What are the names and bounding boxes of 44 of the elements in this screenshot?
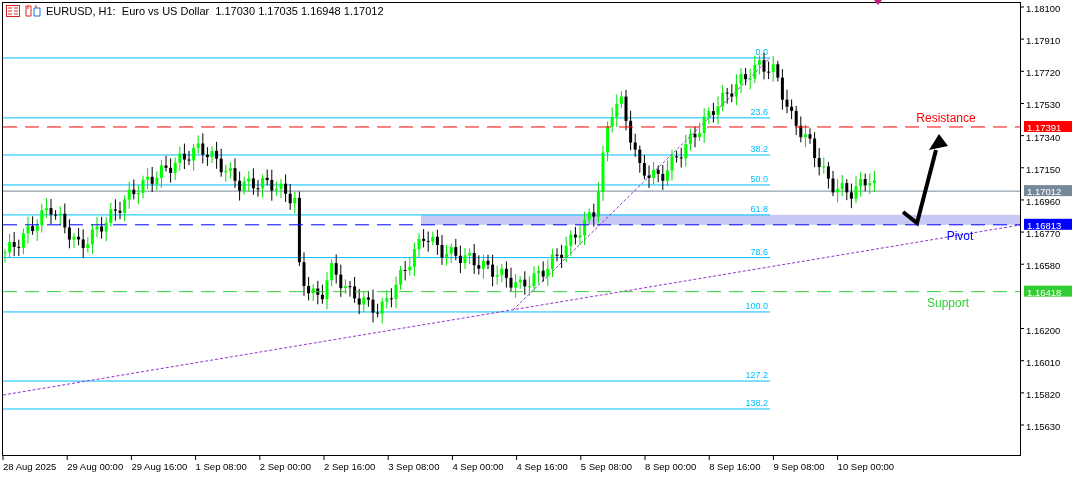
fib-level-label: 78.6: [750, 246, 768, 257]
fib-level-label: 38.2: [750, 143, 768, 154]
fib-level-label: 0.0: [755, 46, 768, 57]
fib-level-label: 138.2: [745, 398, 768, 408]
time-axis-label: 2 Sep 00:00: [259, 461, 312, 472]
time-axis-label: 8 Sep 00:00: [645, 461, 697, 472]
fib-level-label: 127.2: [745, 370, 768, 381]
time-axis-label: 8 Sep 16:00: [709, 461, 761, 472]
time-axis-label: 29 Aug 00:00: [67, 461, 124, 472]
price-axis-label: 1.17340: [1026, 131, 1061, 143]
fib-level-label: 100.0: [745, 300, 768, 311]
time-axis-label: 9 Sep 08:00: [773, 461, 825, 472]
price-axis-label: 1.16010: [1026, 356, 1061, 368]
price-axis-label: 1.15630: [1026, 421, 1061, 432]
time-axis-label: 4 Sep 16:00: [516, 461, 568, 472]
time-axis-label: 1 Sep 08:00: [195, 461, 247, 472]
price-axis-label: 1.15820: [1026, 388, 1061, 400]
fib-level-label: 61.8: [750, 203, 768, 214]
price-axis-label: 1.18100: [1026, 3, 1061, 14]
price-axis-label: 1.16960: [1026, 195, 1061, 207]
time-axis-label: 3 Sep 08:00: [388, 461, 440, 472]
time-axis-label: 4 Sep 00:00: [452, 461, 504, 472]
fib-level-label: 50.0: [750, 173, 768, 184]
price-tag: 1.17012: [1024, 185, 1072, 198]
price-tag: 1.16418: [1024, 285, 1072, 298]
price-axis-label: 1.16200: [1026, 324, 1061, 336]
price-axis-label: 1.16580: [1026, 260, 1061, 272]
level-label: Support: [927, 295, 969, 310]
time-axis-label: 29 Aug 16:00: [131, 461, 188, 472]
symbol-info-text: EURUSD, H1: Euro vs US Dollar 1.17030 1.17035 1.16948 1.17012: [46, 5, 384, 17]
price-tag: 1.17391: [1024, 121, 1072, 133]
time-axis-label: 28 Aug 2025: [3, 461, 57, 472]
price-axis-label: 1.17530: [1026, 99, 1061, 111]
time-axis-label: 2 Sep 16:00: [324, 461, 376, 472]
time-axis-label: 10 Sep 00:00: [837, 461, 895, 472]
fib-level-label: 23.6: [750, 106, 768, 117]
price-tag: 1.16813: [1024, 218, 1072, 231]
price-axis-label: 1.17150: [1026, 163, 1061, 175]
price-axis-label: 1.16770: [1026, 228, 1061, 240]
price-axis-label: 1.17910: [1026, 35, 1061, 47]
time-axis-label: 5 Sep 08:00: [580, 461, 633, 472]
level-label: Pivot: [946, 228, 974, 243]
price-axis-label: 1.17720: [1026, 67, 1061, 79]
level-label: Resistance: [916, 111, 976, 125]
